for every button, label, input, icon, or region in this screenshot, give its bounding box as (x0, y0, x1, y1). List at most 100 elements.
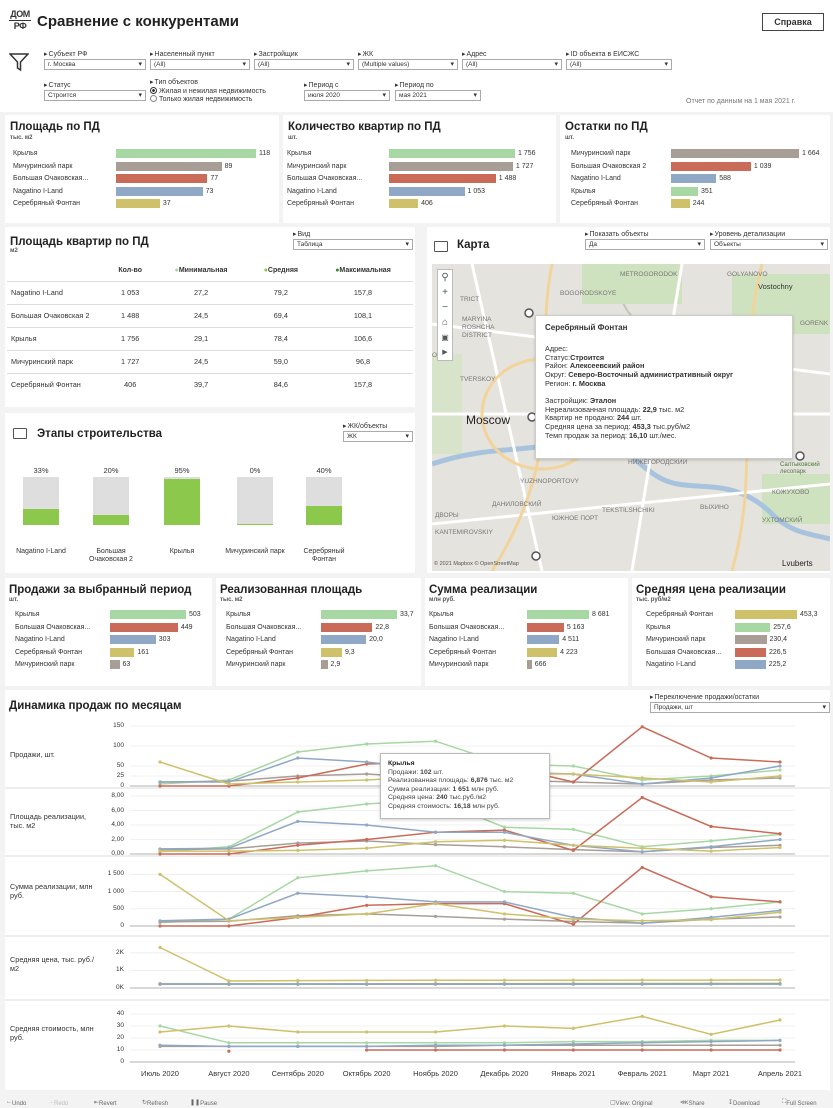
series-point[interactable] (571, 772, 575, 776)
series-point[interactable] (709, 845, 713, 849)
series-point[interactable] (571, 780, 575, 784)
series-point[interactable] (227, 846, 231, 850)
series-point[interactable] (709, 895, 713, 899)
series-point[interactable] (433, 840, 438, 844)
series-point[interactable] (571, 891, 575, 895)
series-point[interactable] (502, 917, 507, 921)
series-point[interactable] (640, 1014, 644, 1019)
series-point[interactable] (227, 849, 231, 853)
series-point[interactable] (709, 982, 713, 986)
series-point[interactable] (227, 919, 231, 923)
series-point[interactable] (296, 756, 300, 760)
series-point[interactable] (433, 902, 438, 906)
series-point[interactable] (365, 978, 369, 983)
series-point[interactable] (365, 912, 369, 916)
series-point[interactable] (365, 846, 369, 850)
series-point[interactable] (709, 907, 713, 911)
series-point[interactable] (502, 825, 507, 829)
series-point[interactable] (778, 832, 782, 836)
series-point[interactable] (365, 837, 369, 842)
series-point[interactable] (709, 918, 713, 922)
series-point[interactable] (709, 776, 713, 780)
series-point[interactable] (709, 839, 713, 843)
series-point[interactable] (296, 1041, 300, 1045)
series-point[interactable] (227, 1024, 231, 1028)
series-point[interactable] (433, 842, 438, 847)
series-point[interactable] (227, 1049, 231, 1053)
series-point[interactable] (365, 1041, 369, 1045)
series-point[interactable] (365, 802, 369, 806)
series-point[interactable] (778, 760, 782, 764)
series-point[interactable] (709, 978, 713, 982)
series-point[interactable] (365, 760, 369, 764)
series-point[interactable] (296, 843, 300, 847)
series-point[interactable] (296, 1030, 300, 1034)
series-point[interactable] (778, 982, 782, 986)
series-point[interactable] (158, 1043, 162, 1047)
series-point[interactable] (227, 1044, 231, 1048)
series-point[interactable] (502, 845, 507, 849)
download-button[interactable]: ↧ Download (728, 1099, 760, 1107)
series-point[interactable] (709, 1048, 713, 1052)
series-point[interactable] (296, 780, 300, 784)
series-point[interactable] (296, 876, 300, 880)
series-point[interactable] (640, 919, 644, 923)
series-point[interactable] (640, 982, 644, 986)
series-point[interactable] (571, 982, 575, 986)
series-point[interactable] (227, 982, 231, 986)
series-point[interactable] (365, 903, 369, 907)
series-point[interactable] (365, 869, 369, 873)
series-point[interactable] (433, 1043, 438, 1047)
series-point[interactable] (640, 978, 644, 982)
series-point[interactable] (709, 824, 713, 829)
series-point[interactable] (158, 1030, 162, 1034)
series-point[interactable] (502, 978, 507, 982)
series-point[interactable] (365, 823, 369, 827)
series-point[interactable] (571, 764, 575, 768)
series-point[interactable] (433, 739, 438, 743)
series-line[interactable] (159, 873, 781, 922)
series-point[interactable] (778, 900, 782, 904)
series-point[interactable] (640, 850, 644, 854)
series-point[interactable] (571, 1042, 575, 1046)
series-point[interactable] (778, 774, 782, 778)
series-point[interactable] (778, 1048, 782, 1052)
series-point[interactable] (778, 837, 782, 842)
series-point[interactable] (365, 1048, 369, 1052)
series-point[interactable] (571, 848, 575, 852)
series-line[interactable] (159, 913, 781, 924)
series-point[interactable] (640, 725, 644, 729)
series-point[interactable] (640, 1048, 644, 1052)
series-point[interactable] (158, 982, 162, 986)
series-line[interactable] (159, 1015, 781, 1036)
series-point[interactable] (778, 910, 782, 914)
series-point[interactable] (365, 982, 369, 986)
series-point[interactable] (571, 922, 575, 926)
undo-button[interactable]: ← Undo (6, 1099, 26, 1107)
series-point[interactable] (502, 838, 507, 842)
series-point[interactable] (571, 1026, 575, 1030)
share-button[interactable]: ⋘ Share (680, 1099, 705, 1107)
series-point[interactable] (158, 852, 162, 856)
series-point[interactable] (502, 1048, 507, 1052)
series-point[interactable] (365, 778, 369, 782)
series-point[interactable] (778, 915, 782, 919)
series-point[interactable] (433, 978, 438, 982)
series-point[interactable] (227, 852, 231, 856)
redo-button[interactable]: → Redo (48, 1099, 68, 1107)
series-point[interactable] (709, 849, 713, 853)
series-point[interactable] (640, 865, 644, 870)
series-point[interactable] (502, 830, 507, 834)
series-point[interactable] (571, 917, 575, 921)
series-point[interactable] (227, 1041, 231, 1045)
series-point[interactable] (296, 848, 300, 852)
series-point[interactable] (296, 915, 300, 919)
series-point[interactable] (296, 776, 300, 780)
series-point[interactable] (778, 1018, 782, 1022)
series-point[interactable] (433, 982, 438, 986)
series-point[interactable] (502, 1043, 507, 1047)
series-point[interactable] (158, 780, 162, 784)
series-point[interactable] (709, 756, 713, 760)
series-point[interactable] (296, 982, 300, 986)
series-point[interactable] (365, 1044, 369, 1048)
